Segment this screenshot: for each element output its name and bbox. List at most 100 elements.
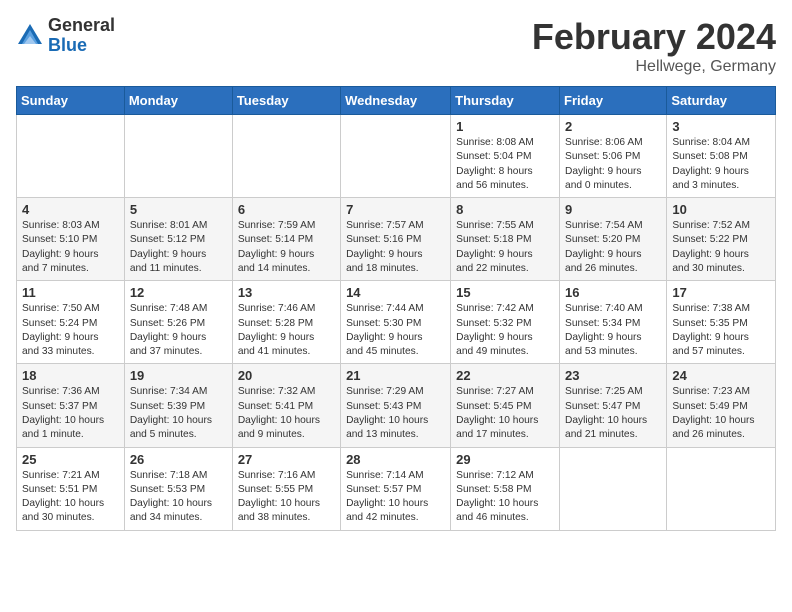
calendar-cell: 17Sunrise: 7:38 AMSunset: 5:35 PMDayligh… <box>667 281 776 364</box>
day-number: 23 <box>565 368 661 383</box>
day-info: Sunrise: 7:34 AMSunset: 5:39 PMDaylight:… <box>130 385 227 442</box>
day-info: Sunrise: 7:44 AMSunset: 5:30 PMDaylight:… <box>346 302 445 359</box>
day-number: 2 <box>565 119 661 134</box>
weekday-header-sunday: Sunday <box>17 87 125 115</box>
day-number: 28 <box>346 452 445 467</box>
calendar-cell: 26 Sunrise: 7:18 AMSunset: 5:53 PMDayligh… <box>124 447 232 530</box>
logo-text: General Blue <box>48 16 115 56</box>
weekday-header-monday: Monday <box>124 87 232 115</box>
day-number: 14 <box>346 285 445 300</box>
day-number: 3 <box>672 119 770 134</box>
logo-blue-text: Blue <box>48 36 115 56</box>
day-number: 22 <box>456 368 554 383</box>
day-number: 21 <box>346 368 445 383</box>
calendar-cell: 2 Sunrise: 8:06 AMSunset: 5:06 PMDaylight… <box>560 115 667 198</box>
calendar-cell: 3 Sunrise: 8:04 AMSunset: 5:08 PMDaylight… <box>667 115 776 198</box>
calendar-cell: 15 Sunrise: 7:42 AMSunset: 5:32 PMDayligh… <box>451 281 560 364</box>
day-number: 13 <box>238 285 335 300</box>
calendar-cell: 21 Sunrise: 7:29 AMSunset: 5:43 PMDayligh… <box>341 364 451 447</box>
calendar-week-row: 18 Sunrise: 7:36 AMSunset: 5:37 PMDayligh… <box>17 364 776 447</box>
calendar-cell: 8Sunrise: 7:55 AMSunset: 5:18 PMDaylight… <box>451 198 560 281</box>
day-info: Sunrise: 7:16 AMSunset: 5:55 PMDaylight:… <box>238 469 335 526</box>
day-number: 29 <box>456 452 554 467</box>
logo-general-text: General <box>48 16 115 36</box>
calendar-cell <box>560 447 667 530</box>
day-number: 10 <box>672 202 770 217</box>
day-info: Sunrise: 8:08 AMSunset: 5:04 PMDaylight:… <box>456 136 554 193</box>
day-info: Sunrise: 7:40 AMSunset: 5:34 PMDaylight:… <box>565 302 661 359</box>
calendar-week-row: 25Sunrise: 7:21 AMSunset: 5:51 PMDayligh… <box>17 447 776 530</box>
calendar-cell: 23 Sunrise: 7:25 AMSunset: 5:47 PMDayligh… <box>560 364 667 447</box>
page-header: General Blue February 2024 Hellwege, Ger… <box>16 16 776 76</box>
day-number: 12 <box>130 285 227 300</box>
calendar-cell: 22 Sunrise: 7:27 AMSunset: 5:45 PMDayligh… <box>451 364 560 447</box>
calendar-cell <box>341 115 451 198</box>
day-info: Sunrise: 8:06 AMSunset: 5:06 PMDaylight:… <box>565 136 661 193</box>
day-number: 26 <box>130 452 227 467</box>
day-info: Sunrise: 7:52 AMSunset: 5:22 PMDaylight:… <box>672 219 770 276</box>
day-number: 9 <box>565 202 661 217</box>
logo: General Blue <box>16 16 115 56</box>
calendar-cell: 16 Sunrise: 7:40 AMSunset: 5:34 PMDayligh… <box>560 281 667 364</box>
calendar-cell: 12 Sunrise: 7:48 AMSunset: 5:26 PMDayligh… <box>124 281 232 364</box>
day-number: 24 <box>672 368 770 383</box>
day-number: 27 <box>238 452 335 467</box>
calendar-cell: 5Sunrise: 8:01 AMSunset: 5:12 PMDaylight… <box>124 198 232 281</box>
calendar-cell <box>17 115 125 198</box>
calendar-cell: 13 Sunrise: 7:46 AMSunset: 5:28 PMDayligh… <box>232 281 340 364</box>
day-info: Sunrise: 7:48 AMSunset: 5:26 PMDaylight:… <box>130 302 227 359</box>
day-info: Sunrise: 7:32 AMSunset: 5:41 PMDaylight:… <box>238 385 335 442</box>
day-number: 1 <box>456 119 554 134</box>
calendar-cell <box>124 115 232 198</box>
day-number: 19 <box>130 368 227 383</box>
day-info: Sunrise: 8:03 AMSunset: 5:10 PMDaylight:… <box>22 219 119 276</box>
day-info: Sunrise: 7:27 AMSunset: 5:45 PMDaylight:… <box>456 385 554 442</box>
calendar-cell: 7Sunrise: 7:57 AMSunset: 5:16 PMDaylight… <box>341 198 451 281</box>
calendar-cell: 28 Sunrise: 7:14 AMSunset: 5:57 PMDayligh… <box>341 447 451 530</box>
day-info: Sunrise: 7:57 AMSunset: 5:16 PMDaylight:… <box>346 219 445 276</box>
day-info: Sunrise: 8:04 AMSunset: 5:08 PMDaylight:… <box>672 136 770 193</box>
weekday-header-row: SundayMondayTuesdayWednesdayThursdayFrid… <box>17 87 776 115</box>
calendar-table: SundayMondayTuesdayWednesdayThursdayFrid… <box>16 86 776 531</box>
weekday-header-saturday: Saturday <box>667 87 776 115</box>
day-info: Sunrise: 7:18 AMSunset: 5:53 PMDaylight:… <box>130 469 227 526</box>
calendar-cell: 9 Sunrise: 7:54 AMSunset: 5:20 PMDaylight… <box>560 198 667 281</box>
day-info: Sunrise: 7:50 AMSunset: 5:24 PMDaylight:… <box>22 302 119 359</box>
day-info: Sunrise: 8:01 AMSunset: 5:12 PMDaylight:… <box>130 219 227 276</box>
day-number: 16 <box>565 285 661 300</box>
calendar-cell: 10 Sunrise: 7:52 AMSunset: 5:22 PMDayligh… <box>667 198 776 281</box>
day-info: Sunrise: 7:36 AMSunset: 5:37 PMDaylight:… <box>22 385 119 442</box>
calendar-cell: 25Sunrise: 7:21 AMSunset: 5:51 PMDayligh… <box>17 447 125 530</box>
calendar-cell <box>667 447 776 530</box>
day-number: 8 <box>456 202 554 217</box>
day-number: 6 <box>238 202 335 217</box>
title-block: February 2024 Hellwege, Germany <box>532 16 776 76</box>
day-info: Sunrise: 7:14 AMSunset: 5:57 PMDaylight:… <box>346 469 445 526</box>
weekday-header-friday: Friday <box>560 87 667 115</box>
month-title: February 2024 <box>532 16 776 58</box>
weekday-header-tuesday: Tuesday <box>232 87 340 115</box>
calendar-cell: 19 Sunrise: 7:34 AMSunset: 5:39 PMDayligh… <box>124 364 232 447</box>
calendar-cell: 11Sunrise: 7:50 AMSunset: 5:24 PMDayligh… <box>17 281 125 364</box>
day-info: Sunrise: 7:25 AMSunset: 5:47 PMDaylight:… <box>565 385 661 442</box>
calendar-cell: 6Sunrise: 7:59 AMSunset: 5:14 PMDaylight… <box>232 198 340 281</box>
day-number: 18 <box>22 368 119 383</box>
calendar-cell: 1 Sunrise: 8:08 AMSunset: 5:04 PMDaylight… <box>451 115 560 198</box>
calendar-cell <box>232 115 340 198</box>
day-info: Sunrise: 7:46 AMSunset: 5:28 PMDaylight:… <box>238 302 335 359</box>
day-number: 25 <box>22 452 119 467</box>
calendar-week-row: 4Sunrise: 8:03 AMSunset: 5:10 PMDaylight… <box>17 198 776 281</box>
day-info: Sunrise: 7:42 AMSunset: 5:32 PMDaylight:… <box>456 302 554 359</box>
day-info: Sunrise: 7:23 AMSunset: 5:49 PMDaylight:… <box>672 385 770 442</box>
calendar-week-row: 1 Sunrise: 8:08 AMSunset: 5:04 PMDaylight… <box>17 115 776 198</box>
day-info: Sunrise: 7:54 AMSunset: 5:20 PMDaylight:… <box>565 219 661 276</box>
logo-icon <box>16 22 44 50</box>
location-text: Hellwege, Germany <box>532 58 776 76</box>
day-number: 15 <box>456 285 554 300</box>
weekday-header-wednesday: Wednesday <box>341 87 451 115</box>
calendar-cell: 24 Sunrise: 7:23 AMSunset: 5:49 PMDayligh… <box>667 364 776 447</box>
day-info: Sunrise: 7:29 AMSunset: 5:43 PMDaylight:… <box>346 385 445 442</box>
day-number: 17 <box>672 285 770 300</box>
weekday-header-thursday: Thursday <box>451 87 560 115</box>
day-number: 20 <box>238 368 335 383</box>
